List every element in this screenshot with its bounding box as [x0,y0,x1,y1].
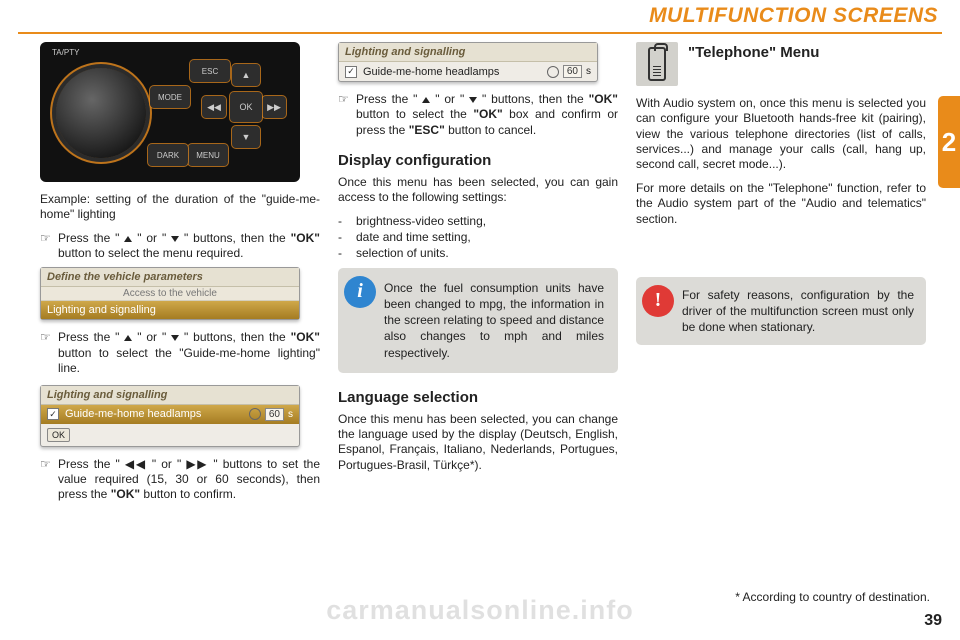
pointer-icon: ☞ [338,92,350,138]
manual-page: MULTIFUNCTION SCREENS 2 TA/PTY ESC MODE … [0,0,960,640]
step-2: ☞ Press the " " or " " buttons, then the… [40,330,320,376]
header-title: MULTIFUNCTION SCREENS [649,4,938,27]
dpad-ok-icon: OK [230,92,262,122]
ta-pty-label: TA/PTY [52,48,79,57]
step-ok-esc: ☞ Press the " " or " " buttons, then the… [338,92,618,138]
info-icon: i [344,276,376,308]
column-1: TA/PTY ESC MODE MENU DARK ▲ ▼ ◀◀ ▶▶ OK E… [40,42,320,509]
checkbox-icon: ✓ [345,66,357,78]
phone-icon-tile [636,42,678,86]
down-arrow-icon [171,335,179,341]
menu-screenshot-1: Define the vehicle parameters Access to … [40,267,300,320]
chapter-tab: 2 [938,96,960,188]
menu1-selected-row: Lighting and signalling [41,301,299,319]
phone-icon [648,47,666,81]
header-rule [18,32,942,34]
page-header: MULTIFUNCTION SCREENS [0,0,960,32]
display-config-intro: Once this menu has been selected, you ca… [338,175,618,206]
down-arrow-icon [171,236,179,242]
telephone-paragraph-2: For more details on the "Telephone" func… [636,181,926,227]
pointer-icon: ☞ [40,231,52,262]
clock-icon [547,66,559,78]
mode-button-glyph: MODE [150,86,190,108]
clock-icon [249,408,261,420]
info-callout: i Once the fuel consumption units have b… [338,268,618,373]
dpad-rewind-icon: ◀◀ [202,96,226,118]
menu3-row: ✓ Guide-me-home headlamps 60 s [339,62,597,81]
menu3-title: Lighting and signalling [339,43,597,62]
footnote: * According to country of destination. [735,590,930,604]
page-number: 39 [924,612,942,630]
chapter-number: 2 [942,127,956,158]
pointer-icon: ☞ [40,457,52,503]
checkbox-icon: ✓ [47,408,59,420]
menu2-title: Lighting and signalling [41,386,299,405]
pointer-icon: ☞ [40,330,52,376]
value-box: 60 [563,65,582,78]
menu2-selected-row: ✓ Guide-me-home headlamps 60 s [41,405,299,424]
menu1-subtitle: Access to the vehicle [41,287,299,301]
dpad: ▲ ▼ ◀◀ ▶▶ OK [202,64,286,148]
dpad-down-icon: ▼ [232,126,260,148]
warning-text: For safety reasons, configuration by the… [682,288,914,334]
warning-icon: ! [642,285,674,317]
telephone-paragraph-1: With Audio system on, once this menu is … [636,96,926,173]
info-text: Once the fuel consumption units have bee… [384,281,604,360]
example-caption: Example: setting of the duration of the … [40,192,320,223]
display-config-heading: Display configuration [338,152,618,169]
dpad-up-icon: ▲ [232,64,260,86]
warning-callout: ! For safety reasons, configuration by t… [636,277,926,346]
ok-box-icon: OK [47,428,70,442]
telephone-heading: "Telephone" Menu [688,44,819,61]
menu-screenshot-3: Lighting and signalling ✓ Guide-me-home … [338,42,598,82]
menu1-title: Define the vehicle parameters [41,268,299,287]
control-pad-illustration: TA/PTY ESC MODE MENU DARK ▲ ▼ ◀◀ ▶▶ OK [40,42,300,182]
step-3: ☞ Press the " ◀◀ " or " ▶▶ " buttons to … [40,457,320,503]
language-heading: Language selection [338,389,618,406]
column-3: "Telephone" Menu With Audio system on, o… [636,42,926,509]
step-1: ☞ Press the " " or " " buttons, then the… [40,231,320,262]
dpad-forward-icon: ▶▶ [262,96,286,118]
down-arrow-icon [469,97,477,103]
list-item: -brightness-video setting, [338,214,618,228]
list-item: -selection of units. [338,246,618,260]
rotary-dial [56,68,146,158]
list-item: -date and time setting, [338,230,618,244]
telephone-heading-row: "Telephone" Menu [636,42,926,86]
dark-button-glyph: DARK [148,144,188,166]
value-box: 60 [265,408,284,421]
menu-screenshot-2: Lighting and signalling ✓ Guide-me-home … [40,385,300,447]
language-text: Once this menu has been selected, you ca… [338,412,618,473]
column-2: Lighting and signalling ✓ Guide-me-home … [338,42,618,509]
